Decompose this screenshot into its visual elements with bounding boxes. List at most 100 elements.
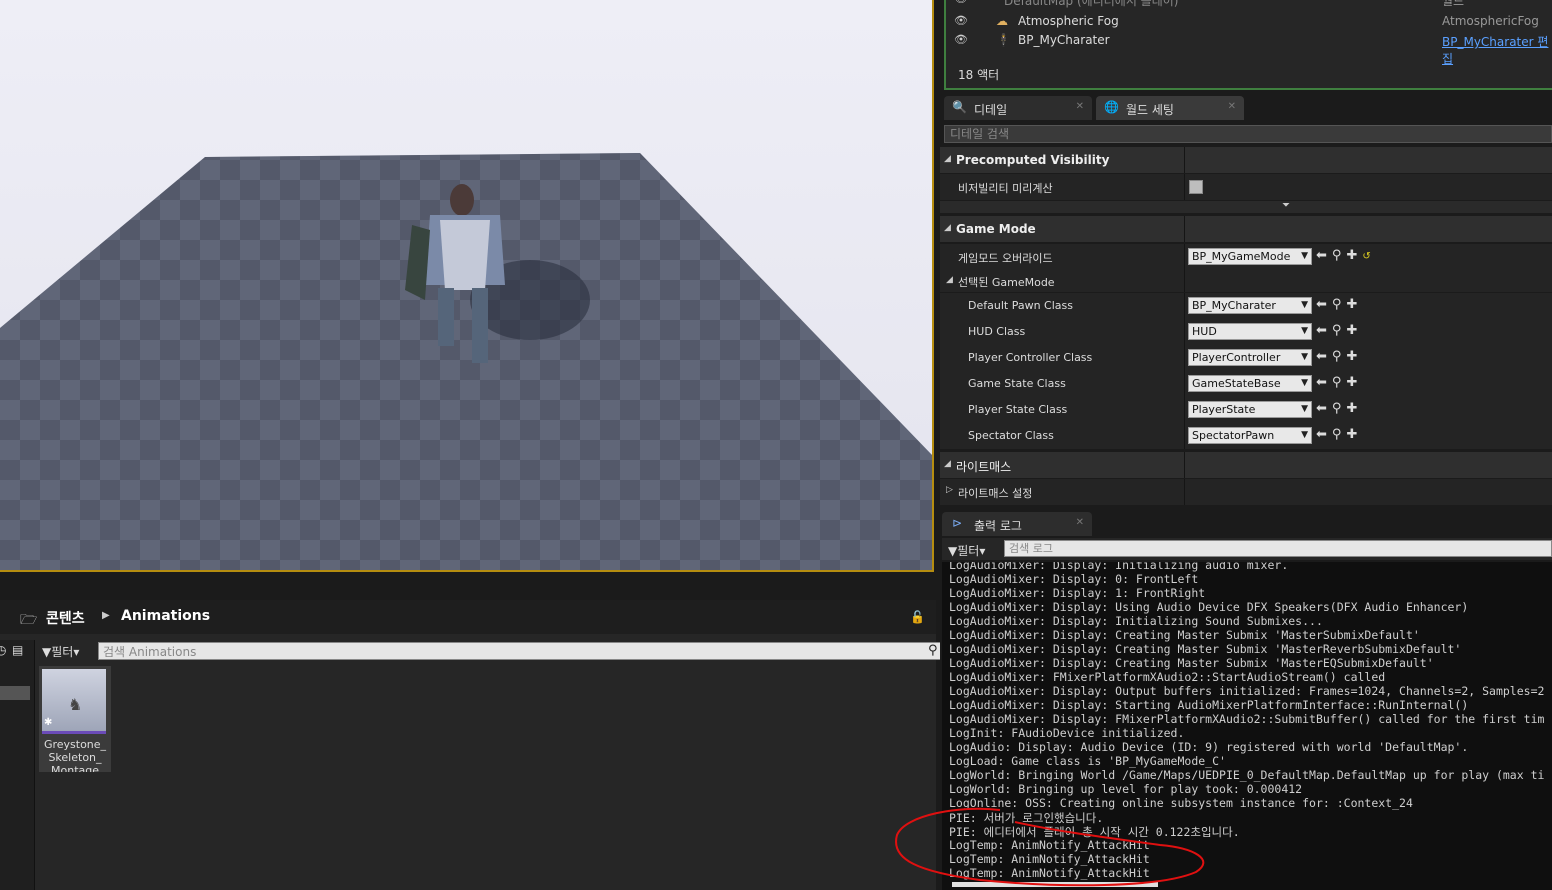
class-dropdown[interactable]: PlayerController ▼ [1188,349,1312,366]
tab-world-settings[interactable]: 🌐 월드 세팅 ✕ [1096,96,1244,120]
selected-folder-row[interactable] [0,686,30,700]
lock-icon[interactable]: 🔓 [910,610,925,624]
output-log-area[interactable]: LogAudioMixer: Display: Initializing aud… [942,562,1552,890]
outliner-row[interactable]: 👁 ☁ Atmospheric Fog AtmosphericFog [946,12,1552,31]
log-line: LogWorld: Bringing up level for play too… [949,782,1303,796]
add-icon[interactable]: ✚ [1346,401,1362,416]
browse-icon[interactable]: ⚲ [1332,375,1347,390]
log-line: LogTemp: AnimNotify_AttackHit [949,866,1150,880]
gamemode-override-dropdown[interactable]: BP_MyGameMode ▼ [1188,248,1312,265]
prop-label: Game State Class [968,377,1066,390]
add-icon[interactable]: ✚ [1346,375,1362,390]
column-divider [1184,174,1185,200]
log-scrollbar[interactable] [952,882,1158,887]
add-icon[interactable]: ✚ [1346,297,1362,312]
class-dropdown[interactable]: PlayerState ▼ [1188,401,1312,418]
details-search-input[interactable]: 디테일 검색 [944,125,1552,143]
pawn-icon: 🕴 [996,33,1011,47]
browse-icon[interactable]: ⚲ [1332,323,1347,338]
viewport-scene [0,0,932,570]
subsection-lightmass-settings[interactable]: ▷ 라이트매스 설정 [940,479,1552,505]
prop-label: 게임모드 오버라이드 [958,252,1053,265]
asset-actions: ⬅⚲✚ [1316,401,1362,416]
log-line: LogAudioMixer: FMixerPlatformXAudio2::St… [949,670,1386,684]
browse-icon[interactable]: ⚲ [1332,297,1347,312]
use-selected-icon[interactable]: ⬅ [1316,427,1332,442]
precompute-visibility-checkbox[interactable] [1189,180,1203,194]
close-icon[interactable]: ✕ [1076,101,1084,112]
use-selected-icon[interactable]: ⬅ [1316,401,1332,416]
log-line: LogAudioMixer: Display: Creating Master … [949,628,1420,642]
chevron-down-icon: ▼ [1301,326,1308,336]
use-selected-icon[interactable]: ⬅ [1316,297,1332,312]
chevron-down-icon: ▼ [1301,352,1308,362]
magnifier-icon: 🔍 [952,100,967,114]
search-icon[interactable]: ⚲ [928,643,938,658]
browse-icon[interactable]: ⚲ [1332,349,1347,364]
tab-output-log[interactable]: ⊳ 출력 로그 ✕ [942,512,1092,536]
section-precomputed-visibility[interactable]: ◢ Precomputed Visibility [940,147,1552,173]
use-selected-icon[interactable]: ⬅ [1316,248,1332,263]
globe-icon: 🌐 [1104,100,1119,114]
use-selected-icon[interactable]: ⬅ [1316,349,1332,364]
breadcrumb-content[interactable]: 콘텐츠 [46,608,85,628]
add-icon[interactable]: ✚ [1346,427,1362,442]
history-icon[interactable]: ◷ [0,643,6,657]
add-icon[interactable]: ✚ [1346,349,1362,364]
content-browser-path-bar: 🗁 콘텐츠 ▶ Animations 🔓 [0,600,936,634]
eye-icon[interactable]: 👁 [954,14,968,27]
advanced-expander[interactable]: ⏷ [940,200,1552,213]
asset-tile[interactable]: ♞ ✱ Greystone_ Skeleton_ Montage [39,666,111,772]
class-dropdown[interactable]: HUD ▼ [1188,323,1312,340]
tab-label: 월드 세팅 [1126,103,1174,117]
outliner-row[interactable]: 👁 🕴 BP_MyCharater BP_MyCharater 편집 [946,31,1552,66]
right-panel: 👁 DefaultMap (에디터에서 플레이) 월드 👁 ☁ Atmosphe… [940,0,1552,890]
add-icon[interactable]: ✚ [1346,323,1362,338]
level-viewport[interactable] [0,0,934,572]
asset-search-input[interactable]: 검색 Animations [98,642,946,660]
eye-icon[interactable]: 👁 [954,33,968,46]
chevron-down-icon: ▼ [1301,378,1308,388]
expanded-triangle-icon: ◢ [944,459,951,469]
folder-icon: 🗁 [20,612,38,628]
subsection-selected-gamemode[interactable]: ◢ 선택된 GameMode [940,270,1552,292]
close-icon[interactable]: ✕ [1228,101,1236,112]
asset-actions: ⬅⚲✚ [1316,297,1362,312]
log-search-input[interactable]: 검색 로그 [1004,540,1552,557]
log-filter-button[interactable]: ▼필터▾ [948,542,985,559]
column-divider [1184,345,1185,371]
edit-blueprint-link[interactable]: BP_MyCharater 편집 [1442,33,1552,67]
breadcrumb-arrow-icon: ▶ [102,610,110,621]
class-dropdown[interactable]: GameStateBase ▼ [1188,375,1312,392]
eye-icon[interactable]: 👁 [954,0,968,5]
breadcrumb-animations[interactable]: Animations [121,608,210,624]
class-dropdown[interactable]: SpectatorPawn ▼ [1188,427,1312,444]
fog-icon: ☁ [996,14,1008,28]
browse-icon[interactable]: ⚲ [1332,248,1347,263]
log-line: LogTemp: AnimNotify_AttackHit [949,852,1150,866]
prop-player-state-class: Player State Class PlayerState ▼ ⬅⚲✚ [940,397,1552,423]
terminal-icon: ⊳ [952,516,963,530]
list-view-icon[interactable]: ▤ [12,643,23,657]
browse-icon[interactable]: ⚲ [1332,401,1347,416]
section-lightmass[interactable]: ◢ 라이트매스 [940,452,1552,478]
log-line: LogAudio: Display: Audio Device (ID: 9) … [949,740,1469,754]
use-selected-icon[interactable]: ⬅ [1316,375,1332,390]
use-selected-icon[interactable]: ⬅ [1316,323,1332,338]
log-line: LogAudioMixer: Display: Initializing Sou… [949,614,1323,628]
log-line: LogAudioMixer: Display: Creating Master … [949,656,1434,670]
asset-actions: ⬅⚲✚↺ [1316,248,1376,263]
prop-gamemode-override: 게임모드 오버라이드 BP_MyGameMode ▼ ⬅⚲✚↺ [940,244,1552,270]
outliner-row-name: BP_MyCharater [1018,33,1110,47]
close-icon[interactable]: ✕ [1076,517,1084,528]
section-game-mode[interactable]: ◢ Game Mode [940,216,1552,242]
reset-icon[interactable]: ↺ [1362,251,1375,262]
add-icon[interactable]: ✚ [1346,248,1362,263]
class-dropdown[interactable]: BP_MyCharater ▼ [1188,297,1312,314]
expanded-triangle-icon: ◢ [944,223,951,233]
outliner-row-map[interactable]: 👁 DefaultMap (에디터에서 플레이) 월드 [946,0,1552,9]
browse-icon[interactable]: ⚲ [1332,427,1347,442]
filter-button[interactable]: ▼필터▾ [42,643,79,660]
prop-default-pawn-class: Default Pawn Class BP_MyCharater ▼ ⬅⚲✚ [940,293,1552,319]
tab-details[interactable]: 🔍 디테일 ✕ [944,96,1092,120]
